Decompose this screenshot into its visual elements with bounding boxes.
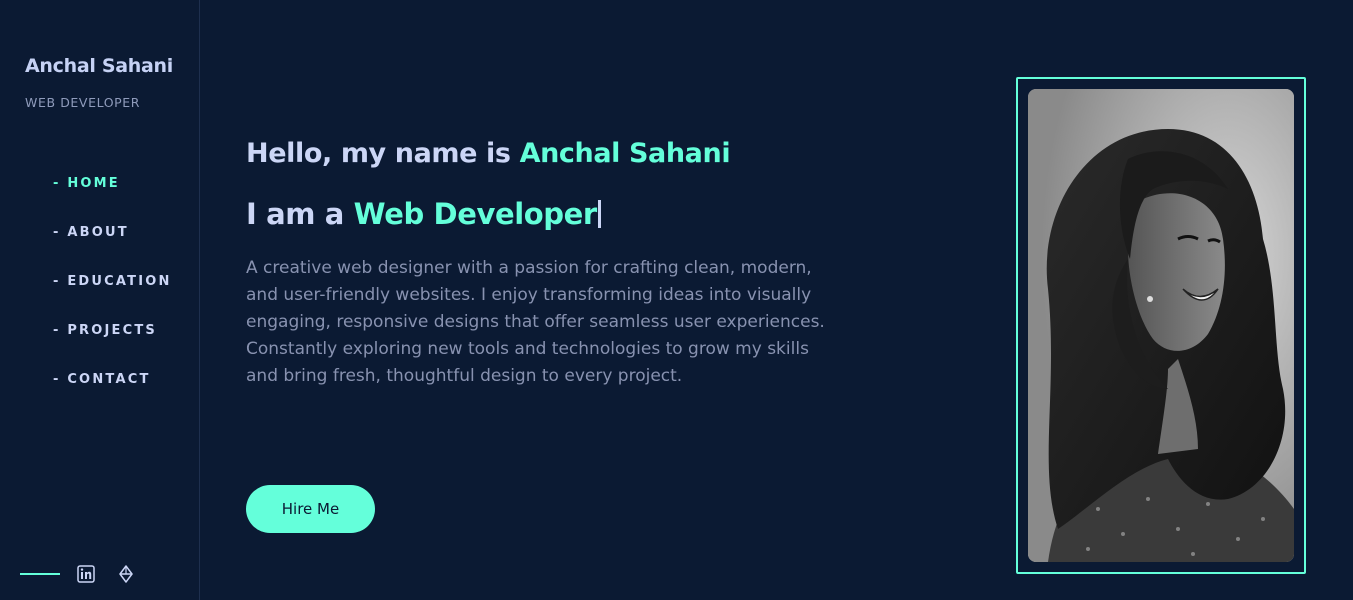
nav-item-projects[interactable]: - PROJECTS (53, 323, 172, 372)
greeting-name: Anchal Sahani (519, 138, 731, 169)
nav-item-education[interactable]: - EDUCATION (53, 274, 172, 323)
typing-cursor (597, 200, 601, 228)
intro-paragraph: A creative web designer with a passion f… (246, 258, 825, 386)
nav-item-about[interactable]: - ABOUT (53, 225, 172, 274)
social-divider-line (20, 573, 60, 575)
hero-greeting: Hello, my name is Anchal Sahani (246, 138, 731, 169)
profile-photo (1028, 89, 1294, 562)
role-prefix: I am a (246, 197, 354, 231)
portfolio-page: Anchal Sahani WEB DEVELOPER - HOME - ABO… (0, 0, 1353, 600)
linkedin-icon[interactable] (76, 564, 96, 584)
brand-role: WEB DEVELOPER (25, 95, 141, 110)
nav-item-contact[interactable]: - CONTACT (53, 372, 172, 421)
sidebar: Anchal Sahani WEB DEVELOPER - HOME - ABO… (0, 0, 200, 600)
brand-name[interactable]: Anchal Sahani (25, 55, 173, 77)
nav-item-home[interactable]: - HOME (53, 176, 172, 225)
hire-me-button[interactable]: Hire Me (246, 485, 375, 533)
role-typed-text: Web Developer (353, 197, 598, 231)
greeting-prefix: Hello, my name is (246, 138, 520, 169)
main-nav: - HOME - ABOUT - EDUCATION - PROJECTS - … (53, 176, 172, 421)
profile-photo-frame (1016, 77, 1306, 574)
codepen-icon[interactable] (116, 564, 136, 584)
hero-role-line: I am a Web Developer (246, 197, 601, 231)
social-links (20, 562, 156, 586)
